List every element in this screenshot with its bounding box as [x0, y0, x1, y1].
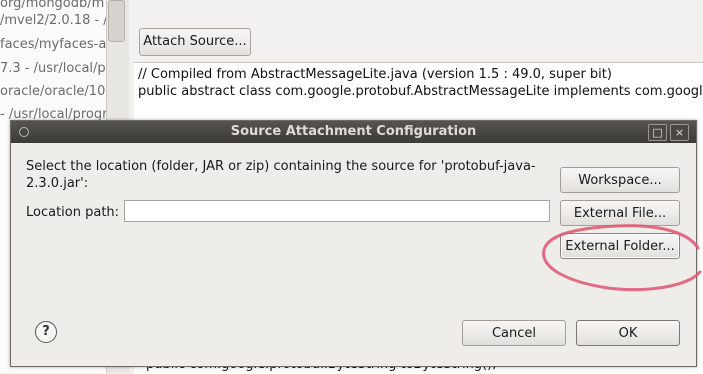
location-path-label: Location path:: [26, 205, 120, 220]
ok-button[interactable]: OK: [576, 320, 680, 346]
cancel-button[interactable]: Cancel: [462, 320, 566, 346]
code-line: public abstract class com.google.protobu…: [138, 84, 703, 99]
location-path-input[interactable]: [124, 200, 550, 222]
annotation-circle: [542, 224, 702, 292]
tree-line[interactable]: org/mongodb/m: [0, 0, 104, 12]
tree-line[interactable]: oracle/oracle/10.: [0, 84, 106, 100]
attach-source-button[interactable]: Attach Source...: [139, 28, 251, 56]
annotation-stroke: [542, 224, 702, 292]
code-line: // Compiled from AbstractMessageLite.jav…: [138, 67, 612, 82]
maximize-icon[interactable]: □: [648, 124, 667, 141]
tree-line[interactable]: /mvel2/2.0.18 - /: [0, 13, 106, 29]
tree-line[interactable]: 7.3 - /usr/local/pr: [0, 61, 106, 77]
workspace-button[interactable]: Workspace...: [560, 167, 680, 193]
dialog-description: Select the location (folder, JAR or zip)…: [26, 159, 536, 191]
dialog-titlebar[interactable]: Source Attachment Configuration □ ×: [11, 121, 696, 143]
tree-scrollbar-thumb[interactable]: [108, 0, 125, 42]
tree-line[interactable]: faces/myfaces-a: [0, 37, 106, 53]
help-icon[interactable]: ?: [35, 321, 57, 343]
close-icon[interactable]: ×: [670, 124, 689, 141]
dialog-title: Source Attachment Configuration: [230, 124, 477, 139]
